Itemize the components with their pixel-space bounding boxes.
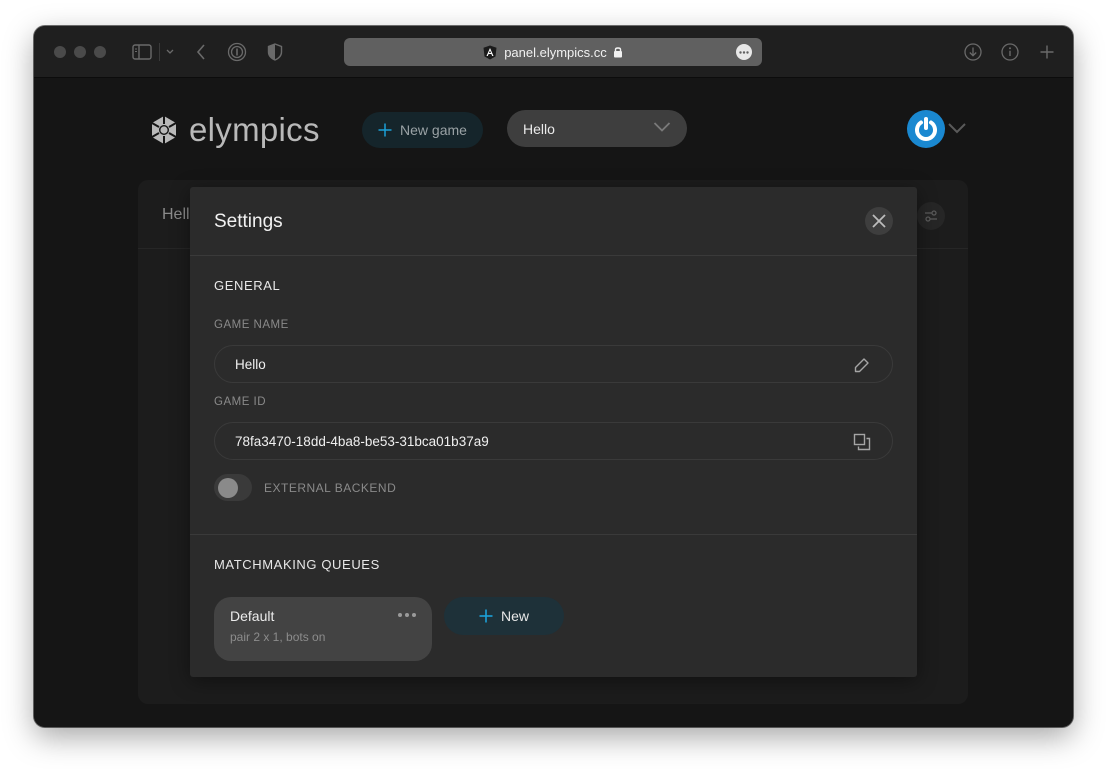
browser-toolbar: panel.elympics.cc <box>34 26 1073 78</box>
url-text: panel.elympics.cc <box>504 44 607 60</box>
close-icon <box>872 214 886 228</box>
chevron-down-icon[interactable] <box>158 40 182 64</box>
brand-name: elympics <box>189 111 320 148</box>
queue-name: Default <box>230 608 275 624</box>
modal-divider <box>190 255 917 256</box>
chevron-down-icon <box>653 122 671 132</box>
lock-icon <box>613 47 622 58</box>
game-id-field[interactable]: 78fa3470-18dd-4ba8-be53-31bca01b37a9 <box>214 422 893 460</box>
shield-icon[interactable] <box>263 40 287 64</box>
game-name-value: Hello <box>235 356 266 372</box>
new-game-button[interactable]: New game <box>362 112 483 148</box>
download-icon[interactable] <box>961 40 985 64</box>
matchmaking-heading: MATCHMAKING QUEUES <box>214 557 380 572</box>
back-icon[interactable] <box>189 40 213 64</box>
game-name-field[interactable]: Hello <box>214 345 893 383</box>
more-icon <box>739 50 749 54</box>
copy-id-button[interactable] <box>852 432 872 452</box>
new-queue-label: New <box>500 608 529 624</box>
page-content: elympics New game Hello Hell Settings GE… <box>34 79 1073 727</box>
modal-title: Settings <box>214 211 283 232</box>
selected-game: Hello <box>523 120 555 137</box>
avatar-power-icon <box>915 117 937 141</box>
settings-modal: Settings GENERAL GAME NAME Hello GAME ID… <box>190 187 917 677</box>
plus-icon <box>378 123 392 137</box>
game-select-dropdown[interactable]: Hello <box>507 110 687 147</box>
external-backend-label: EXTERNAL BACKEND <box>264 481 397 495</box>
close-window-button[interactable] <box>54 46 66 58</box>
filter-button[interactable] <box>917 202 945 230</box>
general-heading: GENERAL <box>214 278 281 293</box>
new-game-label: New game <box>400 122 467 138</box>
info-icon[interactable] <box>998 40 1022 64</box>
user-avatar[interactable] <box>907 110 945 148</box>
address-bar[interactable]: panel.elympics.cc <box>344 38 762 66</box>
game-name-label: GAME NAME <box>214 319 289 331</box>
edit-name-button[interactable] <box>852 355 872 375</box>
sidebar-icon[interactable] <box>130 40 154 64</box>
minimize-window-button[interactable] <box>74 46 86 58</box>
plus-icon <box>479 609 493 623</box>
sliders-icon <box>925 210 937 222</box>
pencil-icon <box>854 358 869 373</box>
close-modal-button[interactable] <box>865 207 893 235</box>
new-tab-icon[interactable] <box>1035 40 1059 64</box>
new-queue-button[interactable]: New <box>444 597 564 635</box>
game-id-value: 78fa3470-18dd-4ba8-be53-31bca01b37a9 <box>235 433 489 449</box>
page-menu-button[interactable] <box>736 44 752 60</box>
password-manager-icon[interactable] <box>225 40 249 64</box>
elympics-logo-icon <box>151 116 177 144</box>
user-menu-chevron-icon[interactable] <box>947 122 967 134</box>
queue-description: pair 2 x 1, bots on <box>230 630 326 644</box>
copy-icon <box>853 433 871 451</box>
elympics-logo[interactable]: elympics <box>149 111 320 149</box>
game-id-label: GAME ID <box>214 396 267 408</box>
game-card-title: Hell <box>162 206 190 223</box>
angular-favicon-icon <box>483 45 497 59</box>
toggle-knob <box>218 478 238 498</box>
external-backend-toggle[interactable] <box>214 474 252 501</box>
queue-more-icon[interactable] <box>398 613 416 617</box>
browser-window: panel.elympics.cc elympics New game Hell… <box>34 26 1073 727</box>
section-divider <box>190 534 917 535</box>
zoom-window-button[interactable] <box>94 46 106 58</box>
queue-card-default[interactable]: Default pair 2 x 1, bots on <box>214 597 432 661</box>
